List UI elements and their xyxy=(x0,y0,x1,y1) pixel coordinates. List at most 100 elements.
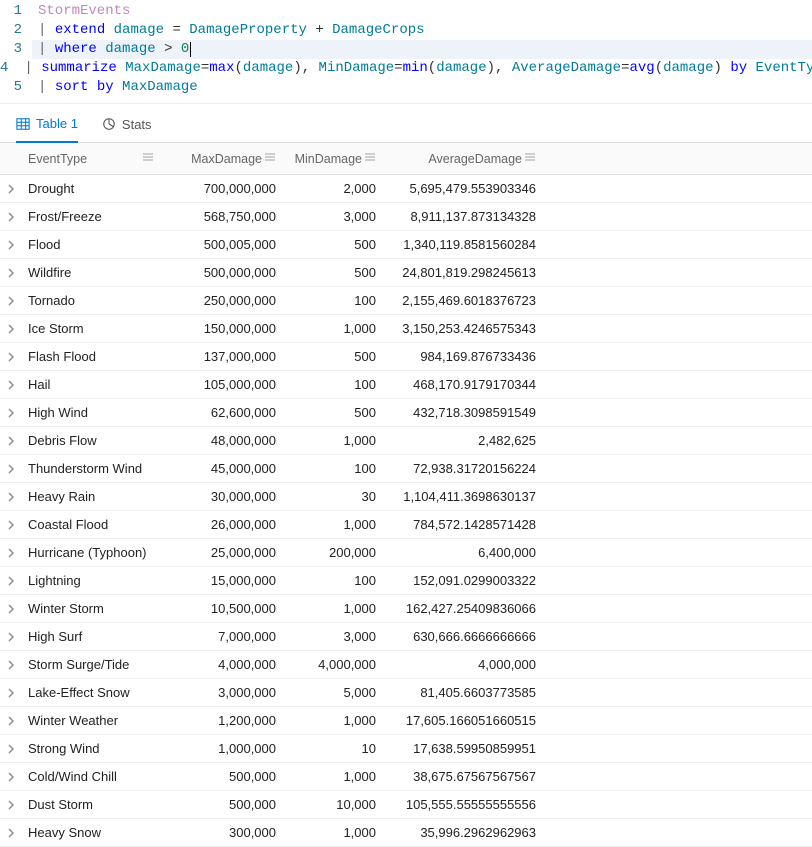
table-row[interactable]: Ice Storm150,000,0001,0003,150,253.42465… xyxy=(0,315,812,343)
table-row[interactable]: Heavy Snow300,0001,00035,996.2962962963 xyxy=(0,819,812,847)
cell-maxdamage: 45,000,000 xyxy=(162,455,282,482)
chevron-right-icon xyxy=(6,268,16,278)
table-row[interactable]: Strong Wind1,000,0001017,638.59950859951 xyxy=(0,735,812,763)
cell-mindamage: 1,000 xyxy=(282,511,382,538)
token-fld: damage xyxy=(663,60,713,76)
expand-button[interactable] xyxy=(0,791,22,818)
cell-maxdamage: 300,000 xyxy=(162,819,282,846)
code-content[interactable]: | where damage > 0 xyxy=(32,40,812,59)
expand-button[interactable] xyxy=(0,511,22,538)
token-pipe: | xyxy=(38,79,55,95)
expand-button[interactable] xyxy=(0,763,22,790)
expand-button[interactable] xyxy=(0,343,22,370)
expand-button[interactable] xyxy=(0,371,22,398)
col-eventtype[interactable]: EventType xyxy=(22,143,162,174)
expand-button[interactable] xyxy=(0,539,22,566)
cell-spacer xyxy=(542,343,812,370)
code-line[interactable]: 4| summarize MaxDamage=max(damage), MinD… xyxy=(0,59,812,78)
code-line[interactable]: 2| extend damage = DamageProperty + Dama… xyxy=(0,21,812,40)
token-txt xyxy=(97,41,105,57)
token-op: ), xyxy=(487,60,504,76)
expand-button[interactable] xyxy=(0,259,22,286)
cell-eventtype: Heavy Snow xyxy=(22,819,162,846)
code-editor[interactable]: 1StormEvents2| extend damage = DamagePro… xyxy=(0,0,812,104)
tab-stats[interactable]: Stats xyxy=(102,116,152,142)
table-row[interactable]: Winter Weather1,200,0001,00017,605.16605… xyxy=(0,707,812,735)
expand-button[interactable] xyxy=(0,651,22,678)
expand-button[interactable] xyxy=(0,623,22,650)
table-row[interactable]: Winter Storm10,500,0001,000162,427.25409… xyxy=(0,595,812,623)
cell-spacer xyxy=(542,623,812,650)
table-row[interactable]: High Wind62,600,000500432,718.3098591549 xyxy=(0,399,812,427)
col-averagedamage[interactable]: AverageDamage xyxy=(382,143,542,174)
table-row[interactable]: Storm Surge/Tide4,000,0004,000,0004,000,… xyxy=(0,651,812,679)
col-menu-icon[interactable] xyxy=(142,151,156,166)
code-content[interactable]: | sort by MaxDamage xyxy=(32,78,812,97)
cell-eventtype: Winter Storm xyxy=(22,595,162,622)
table-row[interactable]: Frost/Freeze568,750,0003,0008,911,137.87… xyxy=(0,203,812,231)
chevron-right-icon xyxy=(6,380,16,390)
code-content[interactable]: | extend damage = DamageProperty + Damag… xyxy=(32,21,812,40)
table-row[interactable]: Lightning15,000,000100152,091.0299003322 xyxy=(0,567,812,595)
table-row[interactable]: Tornado250,000,0001002,155,469.601837672… xyxy=(0,287,812,315)
cell-averagedamage: 162,427.25409836066 xyxy=(382,595,542,622)
col-menu-icon[interactable] xyxy=(262,151,276,166)
cell-averagedamage: 17,638.59950859951 xyxy=(382,735,542,762)
expand-button[interactable] xyxy=(0,287,22,314)
chevron-right-icon xyxy=(6,632,16,642)
expand-button[interactable] xyxy=(0,175,22,202)
cell-averagedamage: 4,000,000 xyxy=(382,651,542,678)
table-row[interactable]: Coastal Flood26,000,0001,000784,572.1428… xyxy=(0,511,812,539)
col-mindamage[interactable]: MinDamage xyxy=(282,143,382,174)
table-row[interactable]: Flash Flood137,000,000500984,169.8767334… xyxy=(0,343,812,371)
cell-averagedamage: 152,091.0299003322 xyxy=(382,567,542,594)
expand-button[interactable] xyxy=(0,427,22,454)
code-line[interactable]: 3| where damage > 0 xyxy=(0,40,812,59)
cell-maxdamage: 7,000,000 xyxy=(162,623,282,650)
expand-button[interactable] xyxy=(0,595,22,622)
col-menu-icon[interactable] xyxy=(522,151,536,166)
expand-button[interactable] xyxy=(0,231,22,258)
expand-button[interactable] xyxy=(0,399,22,426)
line-number: 3 xyxy=(0,40,32,59)
cell-spacer xyxy=(542,651,812,678)
expand-button[interactable] xyxy=(0,567,22,594)
cell-maxdamage: 500,005,000 xyxy=(162,231,282,258)
table-row[interactable]: Dust Storm500,00010,000105,555.555555555… xyxy=(0,791,812,819)
table-row[interactable]: Hurricane (Typhoon)25,000,000200,0006,40… xyxy=(0,539,812,567)
table-row[interactable]: Flood500,005,0005001,340,119.8581560284 xyxy=(0,231,812,259)
expand-button[interactable] xyxy=(0,455,22,482)
expand-button[interactable] xyxy=(0,735,22,762)
table-row[interactable]: Thunderstorm Wind45,000,00010072,938.317… xyxy=(0,455,812,483)
table-row[interactable]: Cold/Wind Chill500,0001,00038,675.675675… xyxy=(0,763,812,791)
table-row[interactable]: High Surf7,000,0003,000630,666.666666666… xyxy=(0,623,812,651)
table-row[interactable]: Wildfire500,000,00050024,801,819.2982456… xyxy=(0,259,812,287)
col-maxdamage[interactable]: MaxDamage xyxy=(162,143,282,174)
expand-button[interactable] xyxy=(0,819,22,846)
cell-spacer xyxy=(542,427,812,454)
code-content[interactable]: | summarize MaxDamage=max(damage), MinDa… xyxy=(18,59,812,78)
chevron-right-icon xyxy=(6,576,16,586)
code-line[interactable]: 1StormEvents xyxy=(0,2,812,21)
expand-button[interactable] xyxy=(0,203,22,230)
table-row[interactable]: Debris Flow48,000,0001,0002,482,625 xyxy=(0,427,812,455)
table-icon xyxy=(16,117,30,131)
expand-button[interactable] xyxy=(0,483,22,510)
cell-averagedamage: 630,666.6666666666 xyxy=(382,623,542,650)
cell-spacer xyxy=(542,483,812,510)
col-menu-icon[interactable] xyxy=(362,151,376,166)
cell-spacer xyxy=(542,287,812,314)
table-row[interactable]: Lake-Effect Snow3,000,0005,00081,405.660… xyxy=(0,679,812,707)
code-content[interactable]: StormEvents xyxy=(32,2,812,21)
cell-maxdamage: 137,000,000 xyxy=(162,343,282,370)
code-line[interactable]: 5| sort by MaxDamage xyxy=(0,78,812,97)
expand-button[interactable] xyxy=(0,679,22,706)
table-row[interactable]: Drought700,000,0002,0005,695,479.5539033… xyxy=(0,175,812,203)
expand-button[interactable] xyxy=(0,315,22,342)
table-row[interactable]: Heavy Rain30,000,000301,104,411.36986301… xyxy=(0,483,812,511)
tab-table[interactable]: Table 1 xyxy=(16,116,78,143)
table-row[interactable]: Hail105,000,000100468,170.9179170344 xyxy=(0,371,812,399)
expand-button[interactable] xyxy=(0,707,22,734)
cell-eventtype: Lightning xyxy=(22,567,162,594)
chevron-right-icon xyxy=(6,408,16,418)
